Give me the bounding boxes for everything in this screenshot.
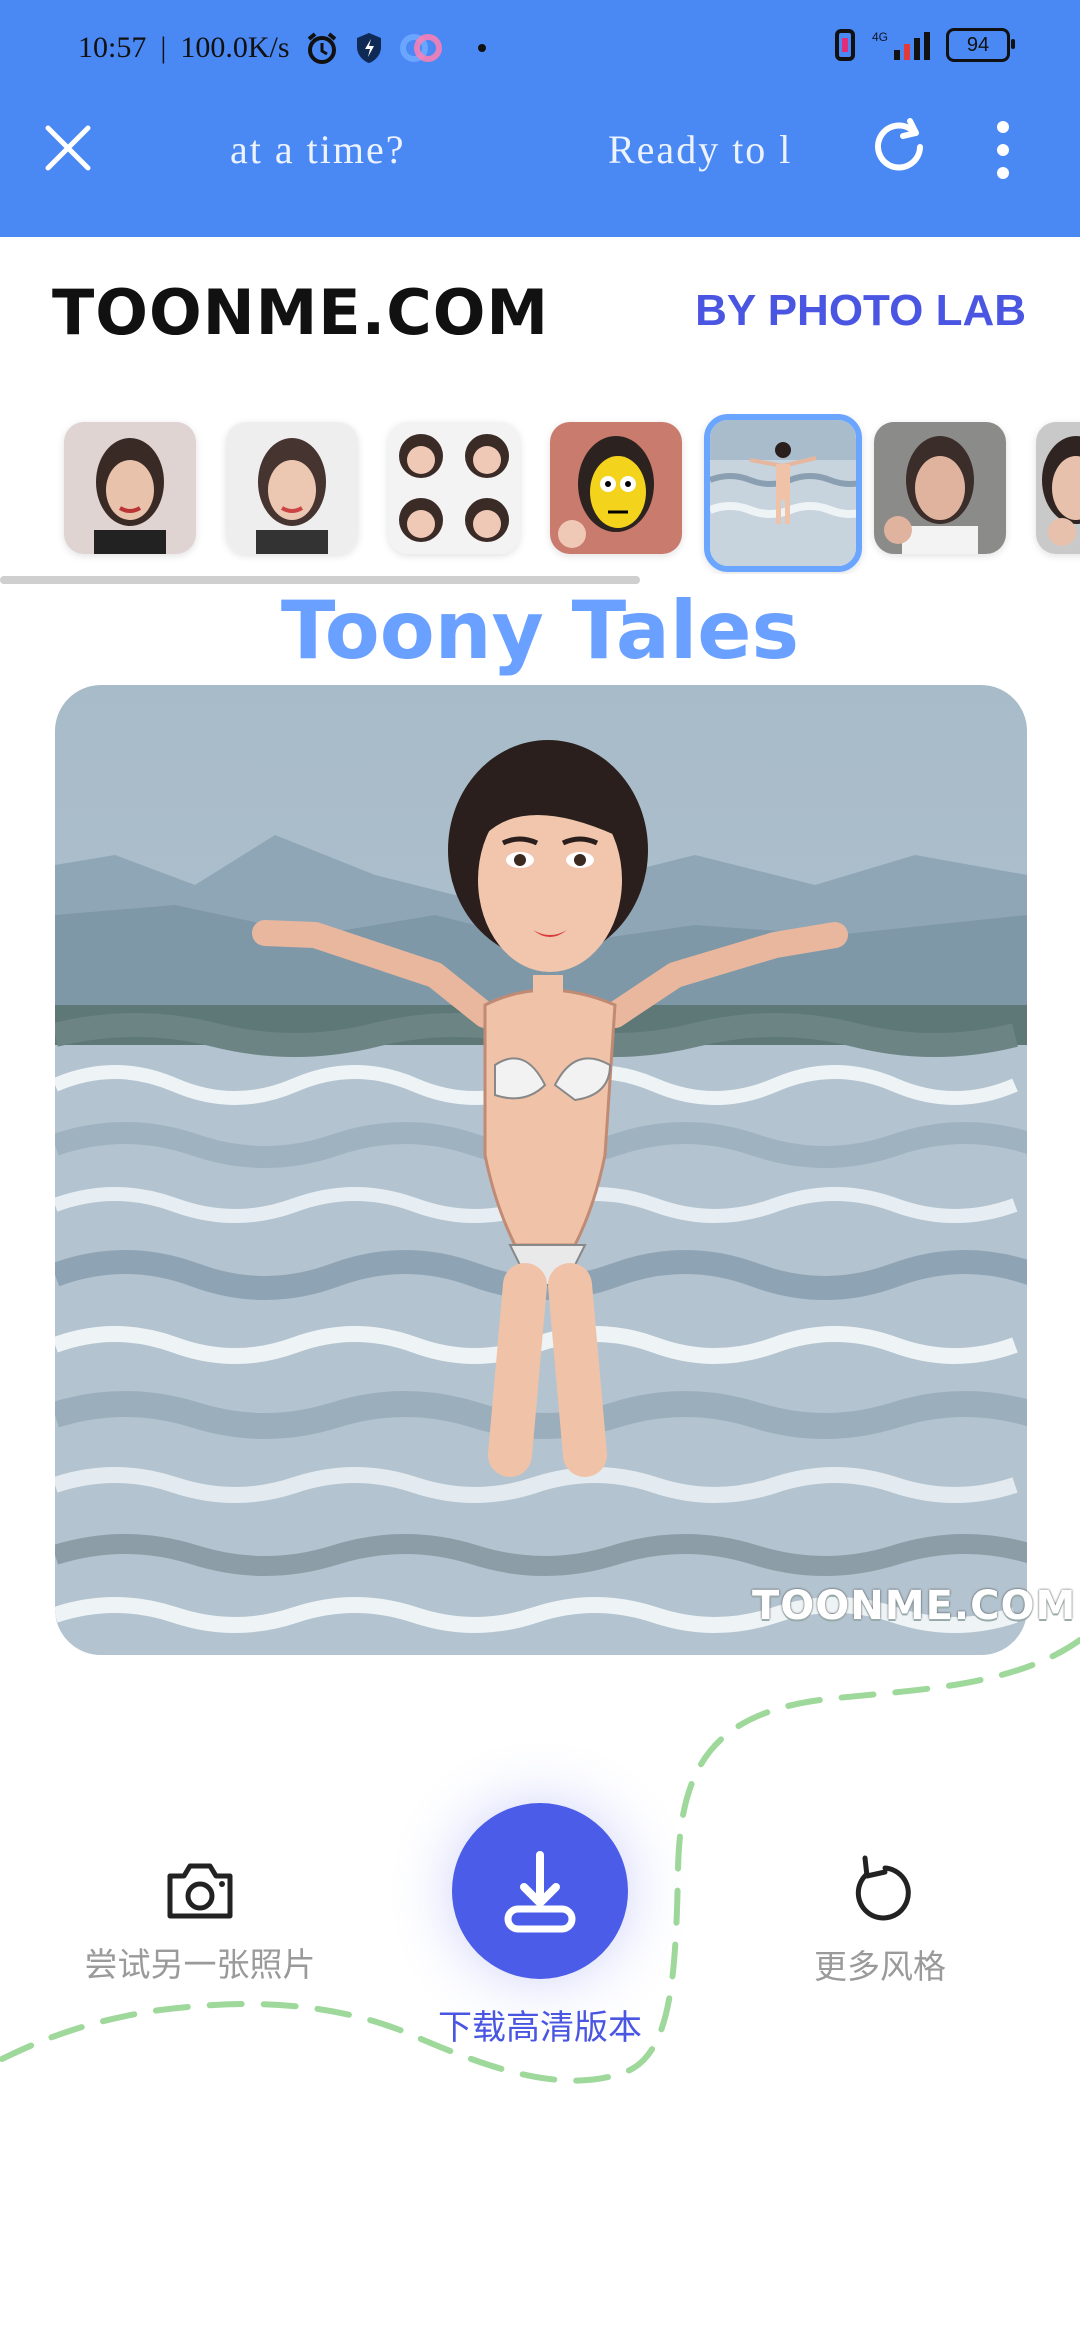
download-hd-label[interactable]: 下载高清版本 xyxy=(400,2000,680,2049)
network-type: 4G xyxy=(871,30,888,44)
app-icon xyxy=(399,34,442,62)
style-thumb-1[interactable] xyxy=(64,422,196,554)
brand-by-photolab: BY PHOTO LAB xyxy=(695,286,1026,335)
undo-refresh-icon xyxy=(855,1855,911,1921)
try-another-photo-label: 尝试另一张照片 xyxy=(84,1945,316,1984)
status-net-speed: 100.0K/s xyxy=(180,31,290,64)
carousel-scrollbar[interactable] xyxy=(0,576,640,584)
status-dot xyxy=(477,44,486,52)
status-left: 10:57 | 100.0K/s xyxy=(78,30,486,66)
more-styles-button[interactable]: 更多风格 xyxy=(740,1852,1020,1988)
marquee-right: Ready to l xyxy=(608,127,793,172)
status-right: 4G 94 xyxy=(834,28,1015,62)
style-thumb-6[interactable] xyxy=(874,422,1006,554)
vibrate-icon xyxy=(834,29,855,61)
style-thumb-4[interactable] xyxy=(550,422,682,554)
style-thumb-3[interactable] xyxy=(388,422,520,554)
marquee-text: at a time? Ready to l xyxy=(220,118,820,178)
status-bar: 10:57 | 100.0K/s 4G 94 xyxy=(0,0,1080,100)
battery-icon: 94 xyxy=(946,28,1015,62)
style-thumb-7[interactable] xyxy=(1036,422,1080,554)
refresh-icon[interactable] xyxy=(864,115,934,185)
result-image xyxy=(55,685,1027,1655)
style-title: Toony Tales xyxy=(280,584,800,677)
marquee-left: at a time? xyxy=(230,127,406,172)
shield-icon xyxy=(356,33,381,63)
app-bar: 10:57 | 100.0K/s 4G 94 at a time? Ready … xyxy=(0,0,1080,237)
download-button[interactable] xyxy=(452,1803,628,1979)
more-styles-label: 更多风格 xyxy=(814,1947,946,1986)
download-icon xyxy=(504,1851,576,1933)
signal-icon: 4G xyxy=(872,30,930,60)
try-another-photo-button[interactable]: 尝试另一张照片 xyxy=(60,1858,340,1986)
status-separator: | xyxy=(160,31,167,64)
battery-level: 94 xyxy=(966,33,990,56)
more-vert-icon[interactable] xyxy=(988,115,1018,185)
camera-icon xyxy=(167,1863,233,1919)
style-thumb-2[interactable] xyxy=(226,422,358,554)
close-icon[interactable] xyxy=(38,118,98,178)
style-carousel[interactable] xyxy=(0,414,1080,574)
brand-logo: TOONME.COM xyxy=(52,276,550,349)
style-thumb-5-selected[interactable] xyxy=(704,414,862,572)
alarm-icon xyxy=(307,32,336,64)
status-time: 10:57 xyxy=(78,31,147,64)
